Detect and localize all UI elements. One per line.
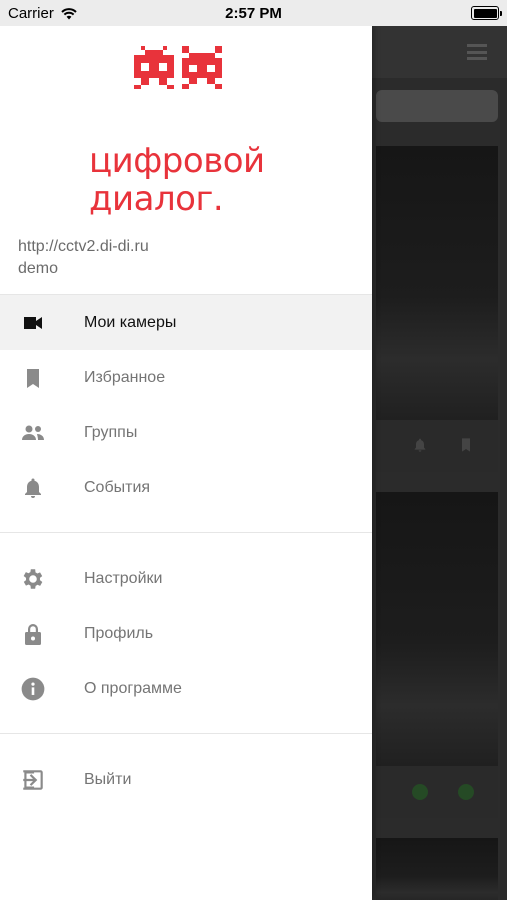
brand-line-2: диалог.: [89, 179, 224, 219]
brand-wordmark: цифровой диалог.: [89, 142, 265, 218]
camera-preview: [376, 146, 498, 420]
menu-item-label: Мои камеры: [84, 313, 177, 331]
menu-item-profile[interactable]: Профиль: [0, 606, 372, 661]
battery-icon: [471, 6, 502, 20]
info-icon: [20, 676, 46, 702]
logout-icon: [20, 767, 46, 793]
menu-divider: [0, 716, 372, 734]
video-camera-icon: [20, 310, 46, 336]
camera-preview: [376, 492, 498, 766]
camera-preview: [376, 838, 498, 900]
background-camera-card: [376, 838, 498, 900]
status-bar: Carrier 2:57 PM: [0, 0, 507, 26]
menu-divider: [0, 515, 372, 533]
camera-card-bar: [376, 420, 498, 472]
status-indicator: [412, 784, 428, 800]
lock-icon: [20, 621, 46, 647]
background-camera-card: [376, 492, 498, 818]
bell-icon: [20, 475, 46, 501]
menu-item-logout[interactable]: Выйти: [0, 752, 372, 807]
camera-card-bar: [376, 766, 498, 818]
menu-item-label: Настройки: [84, 569, 163, 587]
menu-item-my-cameras[interactable]: Мои камеры: [0, 295, 372, 350]
bookmark-icon: [462, 438, 470, 452]
brand-line-1: цифровой: [89, 141, 265, 181]
status-time: 2:57 PM: [225, 5, 282, 22]
menu-item-groups[interactable]: Группы: [0, 405, 372, 460]
background-app: [372, 26, 507, 900]
navigation-drawer: цифровой диалог. http://cctv2.di-di.ru d…: [0, 26, 372, 900]
background-header: [372, 26, 507, 78]
username: demo: [18, 260, 59, 277]
menu-item-label: Профиль: [84, 624, 154, 642]
bell-icon: [414, 438, 426, 452]
menu-item-label: Выйти: [84, 770, 132, 788]
menu-item-label: События: [84, 478, 151, 496]
drawer-menu: Мои камеры Избранное Группы События Наст…: [0, 294, 372, 807]
menu-item-label: Избранное: [84, 368, 166, 386]
brand-logo-icon: [134, 46, 222, 89]
background-camera-card: [376, 146, 498, 472]
menu-item-label: Группы: [84, 423, 138, 441]
menu-item-about[interactable]: О программе: [0, 661, 372, 716]
bookmark-icon: [20, 365, 46, 391]
menu-item-events[interactable]: События: [0, 460, 372, 515]
people-icon: [20, 420, 46, 446]
background-search: [376, 90, 498, 122]
status-indicator: [458, 784, 474, 800]
server-url: http://cctv2.di-di.ru: [18, 238, 149, 255]
gear-icon: [20, 566, 46, 592]
menu-item-label: О программе: [84, 679, 182, 697]
menu-item-favorites[interactable]: Избранное: [0, 350, 372, 405]
list-view-icon: [467, 44, 487, 60]
menu-item-settings[interactable]: Настройки: [0, 551, 372, 606]
